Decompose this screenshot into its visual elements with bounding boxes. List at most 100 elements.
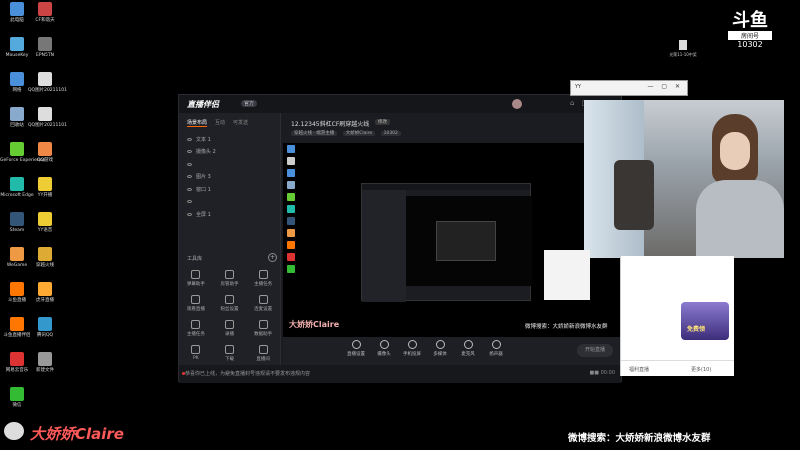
edit-title-button[interactable]: 修改 xyxy=(375,119,390,125)
microphone-button[interactable]: 麦克风 xyxy=(455,340,481,357)
tab-send[interactable]: 可发送 xyxy=(233,119,248,127)
mini-icon xyxy=(287,169,295,177)
tool-icon xyxy=(191,320,201,329)
scene-item[interactable]: 全屏 1 xyxy=(179,208,280,221)
left-tabs: 场景布局 互动 可发送 xyxy=(179,113,280,127)
cam-window-controls[interactable]: — ▢ ✕ xyxy=(647,83,683,90)
mini-icon xyxy=(287,205,295,213)
desktop-icon[interactable]: QQ图片20211101 xyxy=(28,72,67,93)
nested-left-panel xyxy=(362,190,406,302)
tab-interaction[interactable]: 互动 xyxy=(215,119,225,127)
mini-icon xyxy=(287,217,295,225)
tool-item[interactable]: PK xyxy=(179,345,213,362)
bottom-tool-label: 麦克风 xyxy=(461,352,475,357)
desktop-icon[interactable]: QQ游戏 xyxy=(28,142,62,163)
desktop-icon[interactable]: QQ图片20211101 xyxy=(28,107,67,128)
media-button[interactable]: 多媒体 xyxy=(427,340,453,357)
preview-canvas[interactable] xyxy=(283,143,621,337)
eye-icon[interactable] xyxy=(187,212,192,216)
desktop-icon-label: CF和谐天 xyxy=(35,18,55,23)
tab-scene-layout[interactable]: 场景布局 xyxy=(187,119,208,127)
tool-item[interactable]: 数据助手 xyxy=(246,320,280,337)
desktop-icon[interactable]: CF和谐天 xyxy=(28,2,62,23)
desktop-icon[interactable]: YY开播 xyxy=(28,177,62,198)
app-icon xyxy=(38,177,52,191)
weibo-icon xyxy=(4,422,24,440)
eye-icon[interactable] xyxy=(187,200,192,204)
desktop-icon[interactable]: YY语音 xyxy=(28,212,62,233)
live-settings-button[interactable]: 直播设置 xyxy=(343,340,369,357)
tool-item[interactable]: 直播间 xyxy=(246,345,280,362)
scene-list: 文本 1 摄像头 2 图片 3 窗口 1 全屏 1 xyxy=(179,133,280,221)
camera-button[interactable]: 摄像头 xyxy=(371,340,397,357)
scene-item[interactable]: 摄像头 2 xyxy=(179,146,280,159)
scene-item[interactable] xyxy=(179,158,280,171)
phone-cast-button[interactable]: 手机投屏 xyxy=(399,340,425,357)
scene-item[interactable]: 图片 3 xyxy=(179,171,280,184)
scene-item[interactable]: 文本 1 xyxy=(179,133,280,146)
app-brand: 直播伴侣 xyxy=(187,100,219,109)
tool-icon xyxy=(258,320,268,329)
tool-item[interactable]: 主播任务 xyxy=(246,270,280,287)
app-icon xyxy=(10,317,24,331)
tool-label: 下载 xyxy=(224,357,234,362)
tool-icon xyxy=(191,270,201,279)
tool-item[interactable]: 弹幕助手 xyxy=(179,270,213,287)
desktop-icon-label: 新建文件 xyxy=(36,368,54,373)
desktop-icon[interactable]: EPN5TN xyxy=(28,37,62,58)
tool-item[interactable]: 录播 xyxy=(213,320,247,337)
scene-item[interactable] xyxy=(179,196,280,209)
tool-item[interactable]: 连麦设置 xyxy=(246,295,280,312)
tools-header: 工具库 xyxy=(187,256,203,262)
desktop-file[interactable]: 光荣11-10中奖 xyxy=(668,40,698,58)
nested-inner-preview xyxy=(436,221,496,261)
tool-icon xyxy=(258,270,268,279)
desktop-icon[interactable]: 新建文件 xyxy=(28,352,62,373)
desktop-icon[interactable]: 微信 xyxy=(0,387,34,408)
status-message: 恭喜你已上线，为避免直播封号违规请不要发布违规内容 xyxy=(185,371,311,377)
desktop-icon-label: QQ游戏 xyxy=(36,158,54,163)
add-tool-button[interactable]: + xyxy=(268,253,277,262)
tool-label: 弹幕助手 xyxy=(186,282,205,287)
tool-icon xyxy=(224,320,234,329)
desktop-icon[interactable]: 虎牙直播 xyxy=(28,282,62,303)
scene-item[interactable]: 窗口 1 xyxy=(179,183,280,196)
bottom-tool-label: 直播设置 xyxy=(347,352,365,357)
app-icon xyxy=(38,317,52,331)
tool-item[interactable]: 房管助手 xyxy=(213,270,247,287)
camera-icon xyxy=(379,340,389,349)
tool-label: 房管助手 xyxy=(220,282,239,287)
eye-icon[interactable] xyxy=(187,162,192,166)
category-tag[interactable]: 穿越火线 · 端游主播 xyxy=(291,131,338,136)
cam-window-titlebar[interactable]: YY — ▢ ✕ xyxy=(570,80,688,96)
eye-icon[interactable] xyxy=(187,137,192,141)
desktop-icon[interactable]: 腾讯QQ xyxy=(28,317,62,338)
desktop-icon[interactable]: 穿越火线 xyxy=(28,247,62,268)
start-live-button[interactable]: 开始直播 xyxy=(577,344,613,357)
cam-person-body xyxy=(696,180,784,258)
app-icon xyxy=(38,212,52,226)
home-icon[interactable]: ⌂ xyxy=(570,99,574,107)
footer-right-link[interactable]: 更多(10) xyxy=(691,366,711,373)
cam-window-title: YY xyxy=(575,84,582,90)
speaker-button[interactable]: 扬声器 xyxy=(483,340,509,357)
app-icon xyxy=(10,72,24,86)
bottom-tool-label: 扬声器 xyxy=(489,352,503,357)
status-bar: 恭喜你已上线，为避免直播封号违规请不要发布违规内容 ■■ 00:00 xyxy=(179,365,621,383)
desktop-icon-label: 腾讯QQ xyxy=(36,333,54,338)
tool-icon xyxy=(224,270,234,279)
tool-item[interactable]: 下载 xyxy=(213,345,247,362)
tool-item[interactable]: 粉丝设置 xyxy=(213,295,247,312)
eye-icon[interactable] xyxy=(187,175,192,179)
tool-icon xyxy=(191,295,201,304)
promo-banner[interactable] xyxy=(681,302,729,340)
avatar[interactable] xyxy=(512,99,522,109)
footer-left-link[interactable]: 福利直播 xyxy=(629,366,649,373)
eye-icon[interactable] xyxy=(187,187,192,191)
tool-item[interactable]: 观看直播 xyxy=(179,295,213,312)
eye-icon[interactable] xyxy=(187,150,192,154)
app-icon xyxy=(10,247,24,261)
tool-item[interactable]: 主播任务 xyxy=(179,320,213,337)
desktop-icon-label: YY开播 xyxy=(37,193,53,198)
preview-desktop-icons xyxy=(287,145,303,277)
